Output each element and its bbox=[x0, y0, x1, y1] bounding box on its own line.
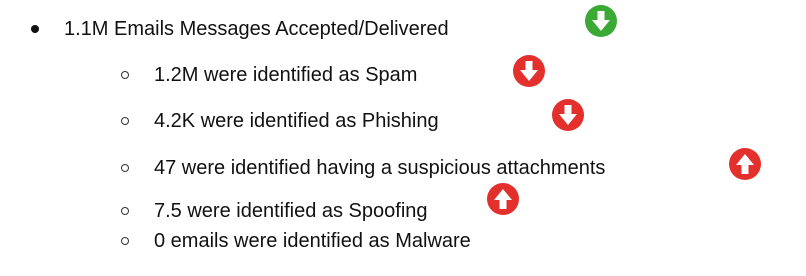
up-arrow-icon bbox=[728, 147, 762, 181]
list-bullet-circle bbox=[120, 163, 130, 173]
list-bullet-circle bbox=[120, 236, 130, 246]
list-item-text: 0 emails were identified as Malware bbox=[154, 230, 471, 252]
list-bullet-circle bbox=[120, 206, 130, 216]
list-bullet-circle bbox=[120, 116, 130, 126]
list-item-text: 1.2M were identified as Spam bbox=[154, 64, 418, 86]
list-item-text: 4.2K were identified as Phishing bbox=[154, 110, 439, 132]
list-item-text: 47 were identified having a suspicious a… bbox=[154, 157, 606, 179]
list-item-text: 7.5 were identified as Spoofing bbox=[154, 200, 428, 222]
list-item-text: 1.1M Emails Messages Accepted/Delivered bbox=[64, 18, 449, 40]
down-arrow-icon bbox=[584, 4, 618, 38]
list-bullet-circle bbox=[120, 70, 130, 80]
list-bullet-disc bbox=[30, 24, 40, 34]
up-arrow-icon bbox=[486, 182, 520, 216]
down-arrow-icon bbox=[551, 98, 585, 132]
down-arrow-icon bbox=[512, 54, 546, 88]
